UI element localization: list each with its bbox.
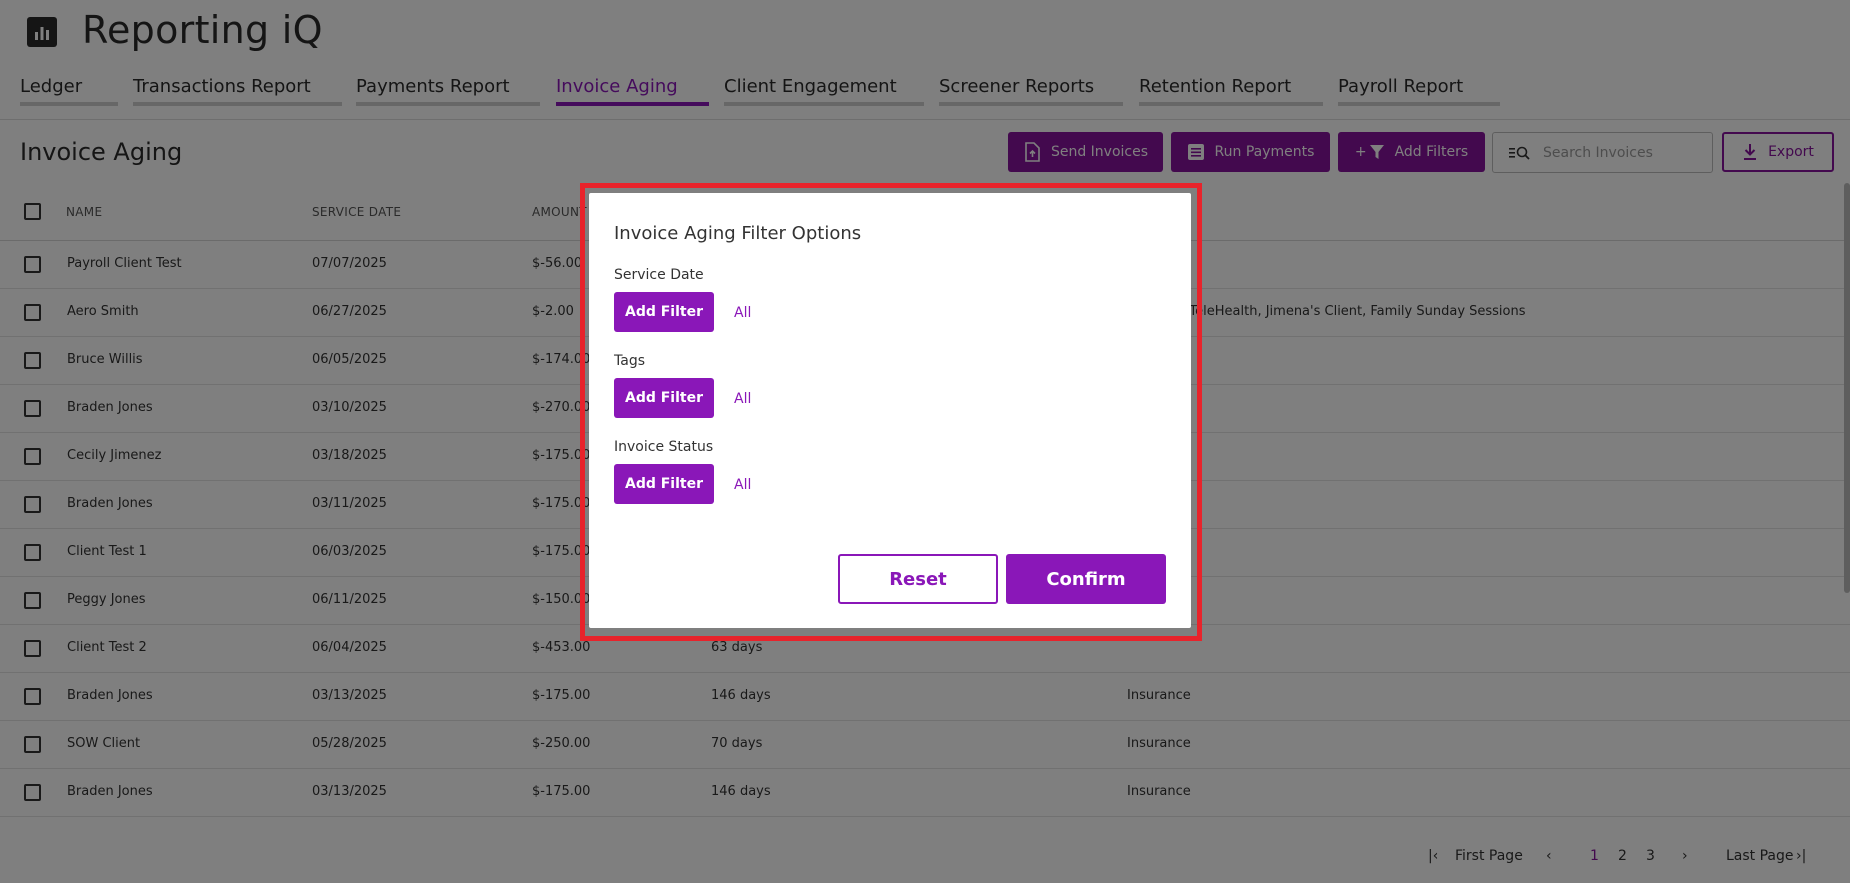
dialog-title: Invoice Aging Filter Options: [614, 223, 862, 244]
confirm-button[interactable]: Confirm: [1006, 554, 1166, 604]
tags-label: Tags: [614, 353, 645, 369]
service-date-value-link[interactable]: All: [734, 305, 751, 321]
service-date-label: Service Date: [614, 267, 704, 283]
invoice-status-label: Invoice Status: [614, 439, 714, 455]
service-date-add-filter-button[interactable]: Add Filter: [614, 292, 714, 332]
tags-add-filter-button[interactable]: Add Filter: [614, 378, 714, 418]
app-window: Reporting iQ Ledger Transactions Report …: [0, 0, 1850, 883]
tags-value-link[interactable]: All: [734, 391, 751, 407]
invoice-status-value-link[interactable]: All: [734, 477, 751, 493]
reset-button[interactable]: Reset: [838, 554, 998, 604]
invoice-status-add-filter-button[interactable]: Add Filter: [614, 464, 714, 504]
filter-options-dialog: Invoice Aging Filter Options Service Dat…: [589, 193, 1191, 628]
